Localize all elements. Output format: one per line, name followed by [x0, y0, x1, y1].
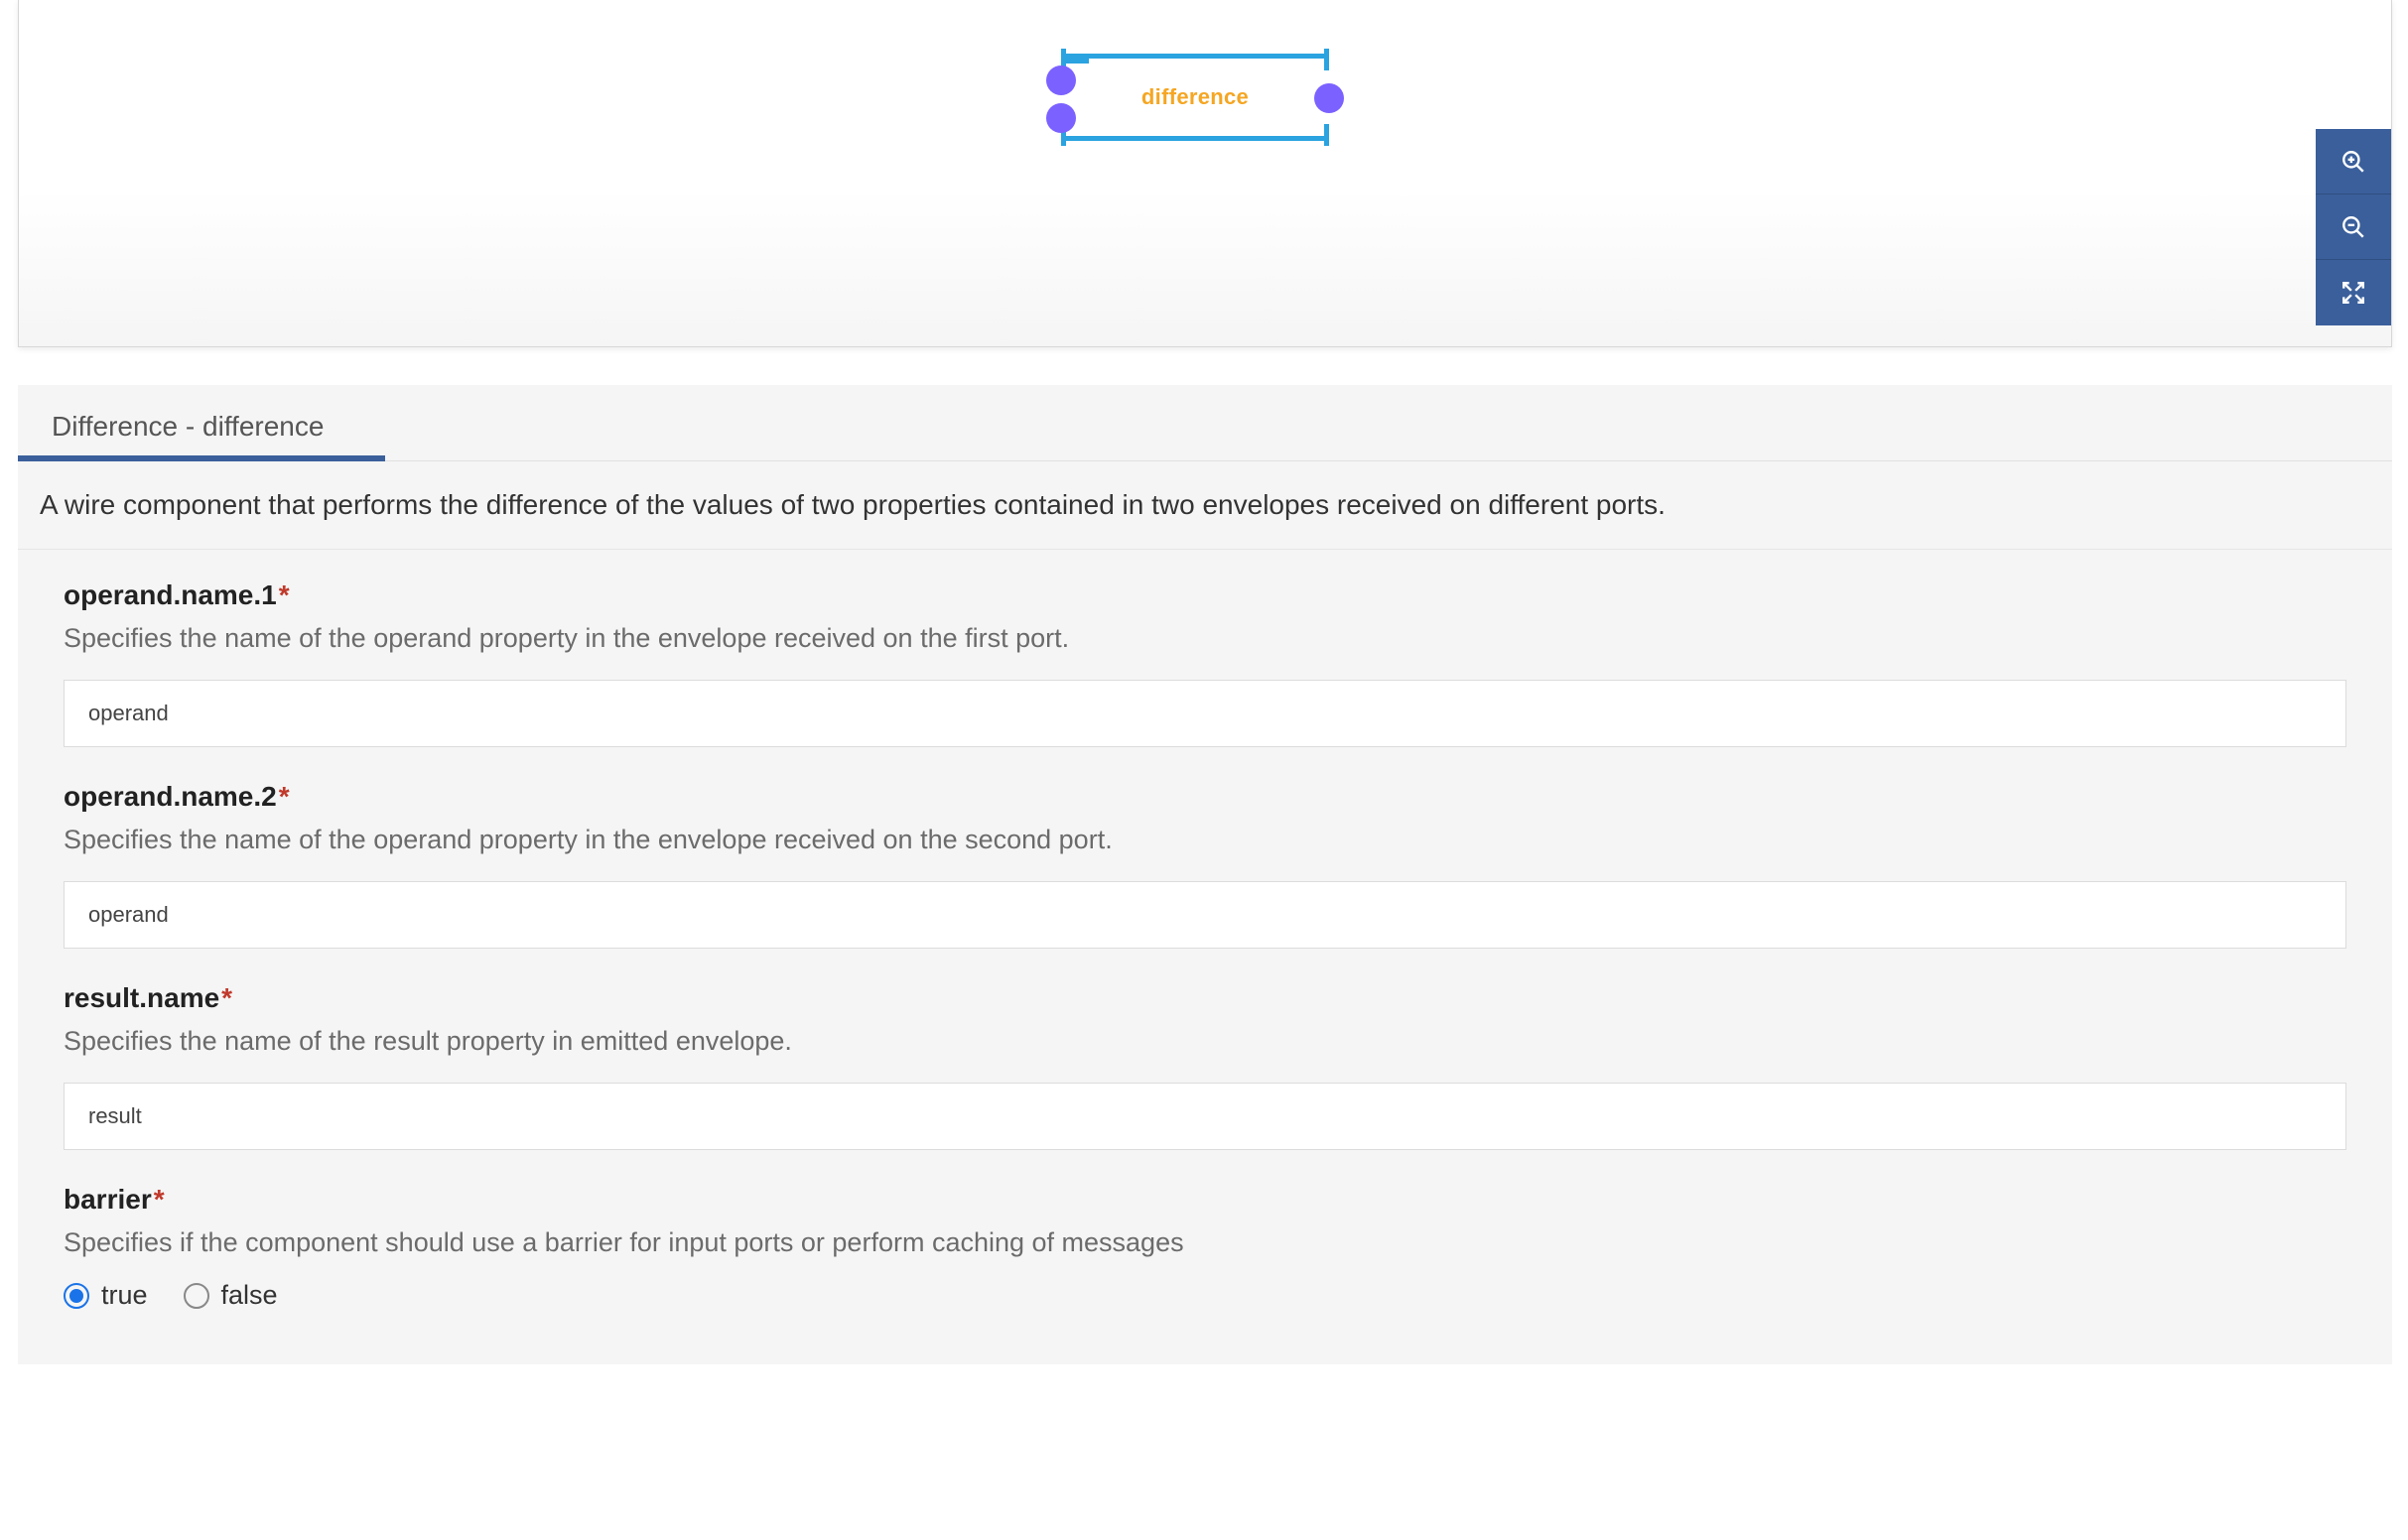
field-label-text: operand.name.2 [64, 781, 277, 812]
radio-icon [184, 1283, 209, 1309]
required-asterisk: * [279, 579, 290, 610]
zoom-out-button[interactable] [2316, 194, 2391, 260]
field-label: barrier* [64, 1184, 2346, 1216]
zoom-in-icon [2341, 149, 2366, 175]
barrier-radio-false[interactable]: false [184, 1280, 278, 1311]
field-help: Specifies the name of the result propert… [64, 1026, 2346, 1057]
radio-label: false [221, 1280, 278, 1311]
port-input-1[interactable] [1046, 65, 1076, 95]
node-corner [1324, 49, 1329, 70]
properties-panel: Difference - difference A wire component… [18, 385, 2392, 1364]
panel-title: Difference - difference [52, 411, 324, 442]
required-asterisk: * [221, 982, 232, 1013]
required-asterisk: * [279, 781, 290, 812]
fit-screen-icon [2341, 280, 2366, 306]
field-help: Specifies if the component should use a … [64, 1227, 2346, 1258]
barrier-radio-group: true false [64, 1280, 2346, 1360]
panel-tab[interactable]: Difference - difference [18, 385, 2392, 461]
field-label: result.name* [64, 982, 2346, 1014]
panel-description: A wire component that performs the diffe… [18, 461, 2392, 550]
operand-name-1-input[interactable] [64, 680, 2346, 747]
field-help: Specifies the name of the operand proper… [64, 825, 2346, 855]
barrier-radio-true[interactable]: true [64, 1280, 148, 1311]
required-asterisk: * [154, 1184, 165, 1215]
port-output[interactable] [1314, 83, 1344, 113]
zoom-fit-button[interactable] [2316, 260, 2391, 325]
field-operand-name-2: operand.name.2* Specifies the name of th… [18, 751, 2392, 953]
field-label-text: result.name [64, 982, 219, 1013]
field-label: operand.name.1* [64, 579, 2346, 611]
node-difference[interactable]: difference [1061, 54, 1329, 141]
node-corner [1324, 124, 1329, 146]
result-name-input[interactable] [64, 1083, 2346, 1150]
field-barrier: barrier* Specifies if the component shou… [18, 1154, 2392, 1364]
field-label-text: operand.name.1 [64, 579, 277, 610]
wire-graph-canvas[interactable]: difference [18, 0, 2392, 347]
operand-name-2-input[interactable] [64, 881, 2346, 949]
tab-underline [18, 455, 385, 461]
port-input-2[interactable] [1046, 103, 1076, 133]
field-operand-name-1: operand.name.1* Specifies the name of th… [18, 550, 2392, 751]
radio-label: true [101, 1280, 148, 1311]
radio-icon [64, 1283, 89, 1309]
node-label: difference [1141, 84, 1249, 110]
field-label: operand.name.2* [64, 781, 2346, 813]
zoom-out-icon [2341, 214, 2366, 240]
field-label-text: barrier [64, 1184, 152, 1215]
field-help: Specifies the name of the operand proper… [64, 623, 2346, 654]
field-result-name: result.name* Specifies the name of the r… [18, 953, 2392, 1154]
zoom-in-button[interactable] [2316, 129, 2391, 194]
zoom-controls [2316, 129, 2391, 325]
